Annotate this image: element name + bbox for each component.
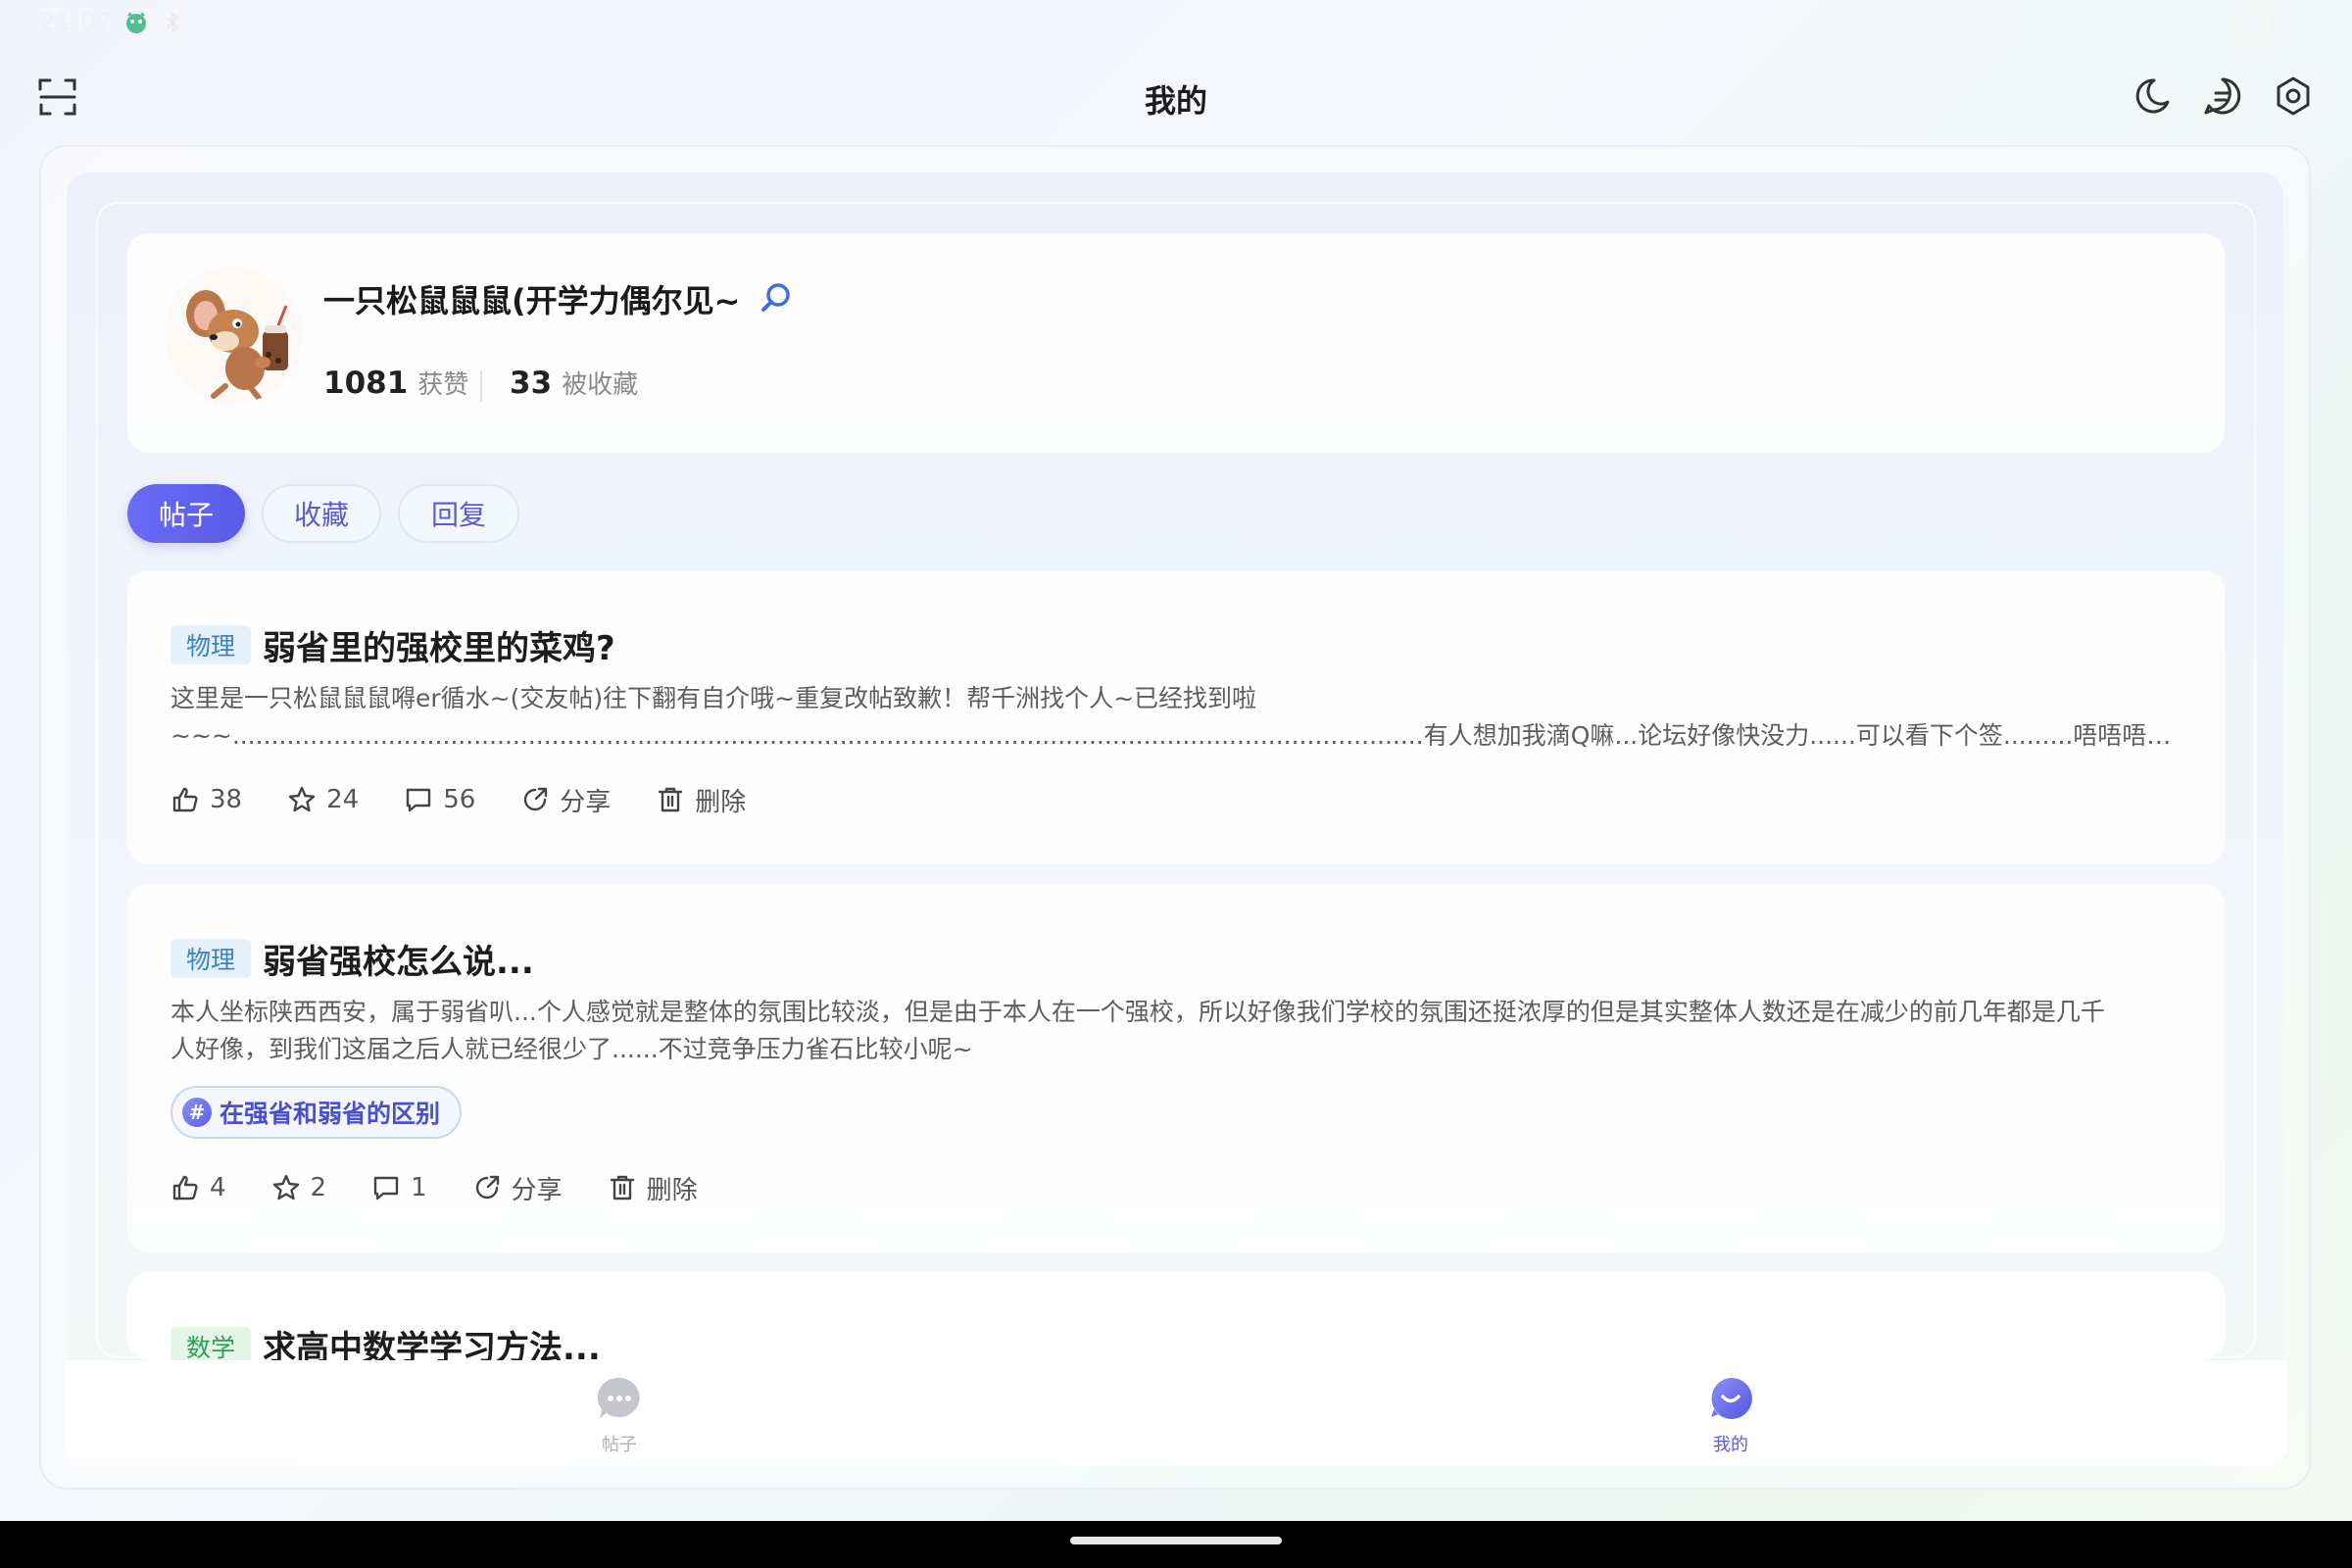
nav-mine-label: 我的 (1713, 1435, 1748, 1455)
subject-tag: 物理 (171, 625, 252, 664)
topic-label: 在强省和弱省的区别 (220, 1100, 441, 1128)
tab-posts[interactable]: 帖子 (127, 484, 245, 543)
comment-button[interactable]: 1 (371, 1173, 427, 1202)
favorites-label: 被收藏 (562, 370, 639, 400)
likes-count: 1081 (323, 366, 409, 401)
trash-icon (610, 1175, 634, 1200)
post-actions: 4 2 1 分享 删除 (171, 1170, 743, 1205)
top-bar: 我的 (0, 47, 2352, 145)
comment-icon (406, 788, 431, 812)
system-nav-bar (0, 1521, 2352, 1568)
nav-posts-label: 帖子 (602, 1435, 637, 1455)
message-icon[interactable] (2201, 74, 2244, 118)
bottom-nav: 帖子 我的 (65, 1360, 2287, 1466)
post-excerpt: 这里是一只松鼠鼠鼠嘚er循水~(交友帖)往下翻有自介哦~重复改帖致歉！帮千洲找个… (171, 680, 2189, 755)
post-card[interactable]: 数学 求高中数学学习方法... (127, 1272, 2225, 1360)
mouse-avatar-image (186, 290, 288, 401)
share-icon (475, 1175, 499, 1200)
bluetooth-icon (167, 11, 179, 34)
post-excerpt-line: 本人坐标陕西西安，属于弱省叭...个人感觉就是整体的氛围比较淡，但是由于本人在一… (171, 998, 2105, 1026)
trash-icon (659, 787, 683, 812)
star-count: 24 (326, 785, 360, 814)
avatar[interactable] (165, 267, 302, 404)
post-title[interactable]: 弱省强校怎么说... (263, 935, 534, 983)
profile-card: 一只松鼠鼠鼠(开学力偶尔见~ 1081 获赞 33 被收藏 (127, 233, 2225, 453)
scan-icon[interactable] (37, 76, 78, 118)
post-excerpt-line: ~~~.....................................… (171, 721, 2189, 750)
post-title[interactable]: 弱省里的强校里的菜鸡? (263, 621, 615, 669)
topic-chip[interactable]: # 在强省和弱省的区别 (171, 1086, 463, 1139)
thumbs-up-icon (172, 787, 198, 812)
dark-mode-icon[interactable] (2131, 74, 2174, 118)
tab-favorites[interactable]: 收藏 (262, 484, 381, 543)
share-button[interactable]: 分享 (472, 1170, 563, 1206)
profile-smile-icon (1711, 1377, 1752, 1419)
app-notification-icon (126, 12, 146, 33)
likes-stat: 1081 获赞 (323, 365, 468, 401)
settings-icon[interactable] (2272, 74, 2315, 118)
likes-label: 获赞 (417, 370, 469, 400)
share-icon (524, 787, 548, 811)
hashtag-icon: # (182, 1098, 212, 1127)
post-excerpt: 本人坐标陕西西安，属于弱省叭...个人感觉就是整体的氛围比较淡，但是由于本人在一… (171, 994, 2189, 1068)
status-time: 21:07 (39, 8, 113, 37)
share-label: 分享 (511, 1175, 563, 1205)
share-button[interactable]: 分享 (520, 782, 611, 818)
chat-bubble-icon (597, 1377, 640, 1418)
post-actions: 38 24 56 分享 删除 (171, 782, 791, 817)
delete-label: 删除 (695, 787, 747, 817)
share-label: 分享 (560, 787, 612, 817)
delete-label: 删除 (646, 1175, 698, 1205)
post-title[interactable]: 求高中数学学习方法... (263, 1321, 601, 1360)
battery-icon (2229, 14, 2274, 33)
post-excerpt-line: 人好像，到我们这届之后人就已经很少了......不过竞争压力雀石比较小呢~ (171, 1035, 973, 1063)
search-profile-icon[interactable] (759, 280, 794, 316)
subject-tag: 物理 (171, 939, 252, 978)
favorites-count: 33 (510, 366, 553, 401)
comment-count: 1 (411, 1173, 427, 1202)
delete-button[interactable]: 删除 (656, 782, 746, 818)
post-card[interactable]: 物理 弱省强校怎么说... 本人坐标陕西西安，属于弱省叭...个人感觉就是整体的… (127, 884, 2225, 1252)
page-title: 我的 (1144, 82, 1207, 120)
comment-icon (373, 1176, 399, 1200)
nav-mine[interactable]: 我的 (1672, 1374, 1789, 1456)
star-button[interactable]: 2 (271, 1173, 327, 1202)
like-button[interactable]: 38 (171, 785, 242, 814)
comment-count: 56 (443, 785, 476, 814)
comment-button[interactable]: 56 (404, 785, 475, 814)
post-card[interactable]: 物理 弱省里的强校里的菜鸡? 这里是一只松鼠鼠鼠嘚er循水~(交友帖)往下翻有自… (127, 570, 2225, 864)
post-excerpt-line: 这里是一只松鼠鼠鼠嘚er循水~(交友帖)往下翻有自介哦~重复改帖致歉！帮千洲找个… (171, 684, 1257, 712)
status-bar: 21:07 (0, 0, 2352, 47)
stat-divider (480, 370, 482, 402)
star-count: 2 (310, 1173, 327, 1202)
nav-posts[interactable]: 帖子 (561, 1374, 678, 1456)
username: 一只松鼠鼠鼠(开学力偶尔见~ (323, 282, 741, 319)
like-count: 38 (210, 785, 243, 814)
star-icon (288, 786, 316, 812)
home-indicator[interactable] (1070, 1537, 1282, 1544)
tab-replies[interactable]: 回复 (398, 484, 519, 543)
favorites-stat: 33 被收藏 (510, 365, 638, 401)
thumbs-up-icon (172, 1175, 198, 1200)
delete-button[interactable]: 删除 (608, 1170, 698, 1206)
like-button[interactable]: 4 (171, 1173, 226, 1202)
like-count: 4 (210, 1173, 226, 1202)
star-icon (272, 1174, 299, 1200)
subject-tag: 数学 (171, 1327, 252, 1360)
star-button[interactable]: 24 (287, 785, 359, 814)
